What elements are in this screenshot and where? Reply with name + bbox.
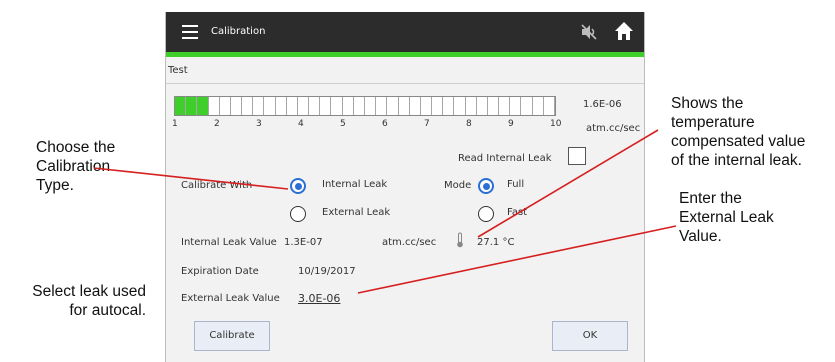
gauge-segment — [331, 97, 343, 115]
annotation-enter-external: Enter the External Leak Value. — [679, 190, 774, 245]
gauge-tick-label: 10 — [550, 119, 562, 129]
gauge-segment — [410, 97, 421, 115]
gauge-segment — [320, 97, 332, 115]
calibrate-button[interactable]: Calibrate — [194, 321, 270, 351]
gauge-segment — [253, 97, 265, 115]
gauge-segment — [399, 97, 410, 115]
external-leak-radio[interactable] — [290, 206, 306, 222]
gauge-segment — [354, 97, 365, 115]
gauge-segment — [421, 97, 433, 115]
gauge-segment — [521, 97, 533, 115]
gauge-segment — [220, 97, 231, 115]
external-leak-value-label: External Leak Value — [181, 293, 280, 304]
gauge-segment — [209, 97, 220, 115]
calibration-window: Calibration Test 1 2 3 4 5 6 7 8 9 10 1.6E-06 atm… — [165, 12, 645, 362]
expiration-date-value: 10/19/2017 — [298, 266, 356, 277]
mute-icon[interactable] — [580, 23, 598, 41]
gauge-segment — [231, 97, 243, 115]
gauge-segment — [376, 97, 388, 115]
internal-leak-unit: atm.cc/sec — [382, 237, 437, 248]
gauge-scale: 1 2 3 4 5 6 7 8 9 10 — [172, 119, 561, 133]
gauge-segment — [544, 97, 555, 115]
calibrate-button-label: Calibrate — [209, 330, 255, 341]
temperature-number: 27.1 — [477, 237, 500, 248]
temperature-value: 27.1 °C — [477, 237, 514, 248]
gauge-segment — [197, 97, 209, 115]
read-internal-leak-checkbox[interactable] — [568, 147, 586, 165]
temperature-unit: °C — [502, 237, 515, 248]
gauge-value: 1.6E-06 — [583, 99, 622, 110]
internal-leak-label: Internal Leak — [322, 179, 388, 190]
annotation-select-leak: Select leak used for autocal. — [32, 283, 146, 319]
gauge-segment — [454, 97, 466, 115]
internal-leak-value: 1.3E-07 — [284, 237, 323, 248]
window-title: Calibration — [211, 26, 266, 37]
gauge-tick-label: 5 — [340, 119, 346, 129]
gauge-segment — [264, 97, 276, 115]
gauge-segment — [488, 97, 500, 115]
gauge-segment — [298, 97, 310, 115]
annotation-shows-temperature: Shows the temperature compensated value … — [671, 95, 806, 169]
ok-button-label: OK — [582, 330, 598, 341]
mode-label: Mode — [444, 180, 472, 191]
menu-icon[interactable] — [182, 25, 198, 39]
gauge-segment — [477, 97, 488, 115]
gauge-tick-label: 8 — [466, 119, 472, 129]
internal-leak-value-label: Internal Leak Value — [181, 237, 277, 248]
gauge-segment — [387, 97, 399, 115]
gauge-segment — [287, 97, 298, 115]
internal-leak-radio[interactable] — [290, 178, 306, 194]
gauge-segment — [175, 97, 187, 115]
external-leak-label: External Leak — [322, 207, 391, 218]
expiration-date-label: Expiration Date — [181, 266, 259, 277]
annotation-choose-type: Choose the Calibration Type. — [36, 139, 116, 194]
leak-gauge — [174, 96, 556, 116]
gauge-tick-label: 2 — [214, 119, 220, 129]
gauge-tick-label: 3 — [256, 119, 262, 129]
gauge-segment — [533, 97, 544, 115]
gauge-segment — [510, 97, 522, 115]
mode-full-label: Full — [507, 179, 525, 190]
ok-button[interactable]: OK — [552, 321, 628, 351]
home-icon[interactable] — [614, 21, 634, 41]
section-divider — [166, 83, 644, 84]
gauge-tick-label: 4 — [298, 119, 304, 129]
calibrate-with-label: Calibrate With — [181, 180, 253, 191]
gauge-tick-label: 6 — [382, 119, 388, 129]
gauge-segment — [186, 97, 198, 115]
gauge-segment — [365, 97, 377, 115]
gauge-segment — [343, 97, 354, 115]
external-leak-value-input[interactable]: 3.0E-06 — [298, 292, 340, 305]
mode-full-radio[interactable] — [478, 178, 494, 194]
read-internal-leak-label: Read Internal Leak — [458, 153, 552, 164]
gauge-unit: atm.cc/sec — [586, 123, 641, 134]
gauge-segment — [432, 97, 444, 115]
gauge-tick-label: 1 — [172, 119, 178, 129]
accent-line — [166, 52, 644, 57]
gauge-tick-label: 7 — [424, 119, 430, 129]
mode-fast-label: Fast — [507, 207, 528, 218]
gauge-tick-label: 9 — [508, 119, 514, 129]
gauge-segment — [309, 97, 321, 115]
gauge-segment — [466, 97, 477, 115]
mode-fast-radio[interactable] — [478, 206, 494, 222]
thermometer-icon — [456, 232, 464, 248]
gauge-segment — [499, 97, 511, 115]
title-bar: Calibration — [166, 12, 644, 52]
gauge-segment — [276, 97, 287, 115]
section-label: Test — [168, 65, 188, 76]
gauge-segment — [242, 97, 254, 115]
gauge-segment — [443, 97, 455, 115]
